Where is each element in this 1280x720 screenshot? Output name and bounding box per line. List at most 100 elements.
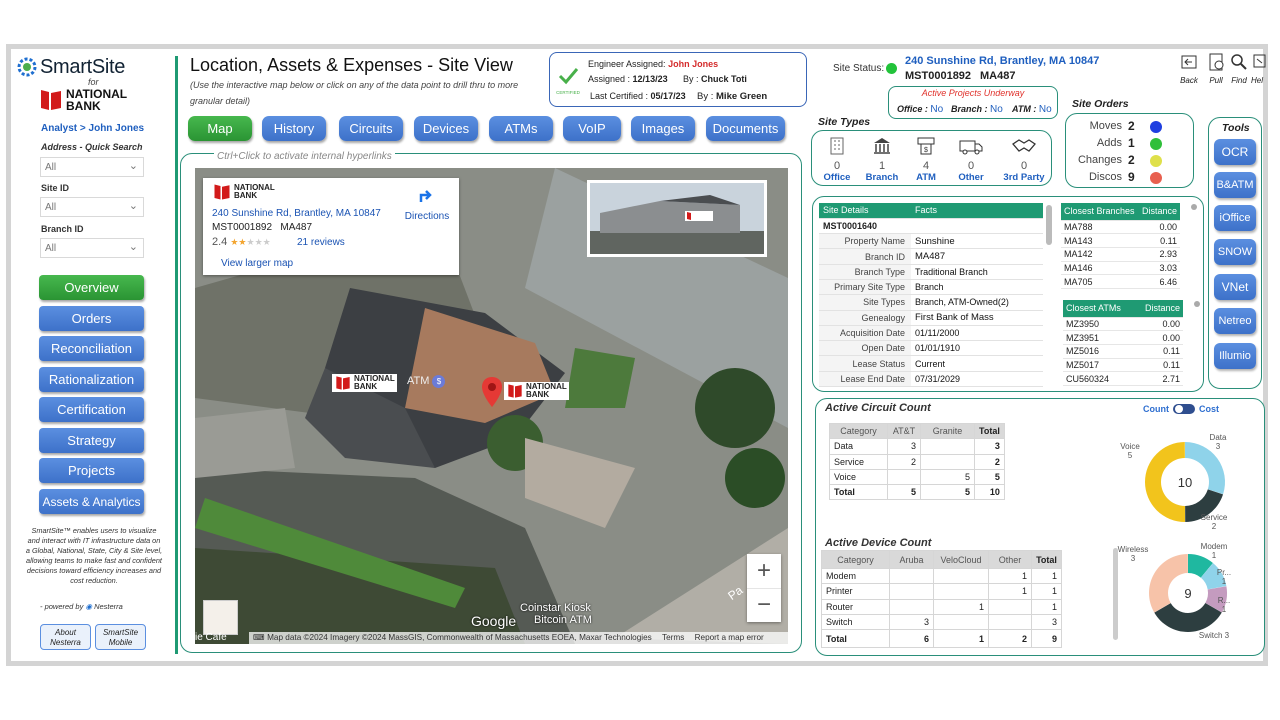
nav-certification[interactable]: Certification [39,397,144,422]
tab-history[interactable]: History [262,116,326,141]
site-type-office[interactable]: 0 Office [819,137,855,183]
site-details-scrollbar[interactable] [1046,205,1052,245]
nav-reconciliation[interactable]: Reconciliation [39,336,144,361]
nav-orders[interactable]: Orders [39,306,144,331]
tab-atms[interactable]: ATMs [489,116,553,141]
count-cost-toggle[interactable]: Count Cost [1143,404,1219,414]
tool-ocr[interactable]: OCR [1214,139,1256,165]
circuit-donut-chart[interactable]: 10 Data3 Service2 Voice5 [1110,428,1250,538]
branch-id-select[interactable]: All ⌄ [40,238,144,258]
engineer-assigned-name[interactable]: John Jones [668,59,718,69]
table-row[interactable]: Acquisition Date 01/11/2000 [819,325,1043,342]
table-row[interactable]: MZ3950 0.00 [1063,317,1183,332]
tool-b-atm[interactable]: B&ATM [1214,172,1256,198]
pegman-button[interactable] [203,600,238,635]
order-moves[interactable]: Moves 2 [1066,119,1194,136]
tab-devices[interactable]: Devices [414,116,478,141]
site-id-value: MST0001892 [905,70,972,82]
card-reviews[interactable]: 21 reviews [297,237,345,248]
tool-vnet[interactable]: VNet [1214,274,1256,300]
find-tool[interactable]: Find [1228,53,1250,85]
map-pin-icon[interactable] [481,376,503,408]
closest-scroll-dot-bottom[interactable] [1194,301,1200,307]
table-row[interactable]: MA788 0.00 [1061,220,1180,235]
card-address[interactable]: 240 Sunshine Rd, Brantley, MA 10847 [212,208,381,219]
table-row[interactable]: MA705 6.46 [1061,274,1180,289]
table-row[interactable]: Service 2 2 [829,453,1005,470]
projects-branch-label: Branch : [951,104,988,114]
table-row[interactable]: MZ5017 0.11 [1063,358,1183,373]
nav-projects[interactable]: Projects [39,458,144,483]
address-select[interactable]: All ⌄ [40,157,144,177]
map-view[interactable]: NATIONAL BANK 240 Sunshine Rd, Brantley, … [195,168,788,644]
tab-documents[interactable]: Documents [706,116,785,141]
about-nesterra-button[interactable]: About Nesterra [40,624,91,650]
tool-illumio[interactable]: Illumio [1214,343,1256,369]
map-terms-link[interactable]: Terms [662,633,684,642]
total-cell: 1 [1031,567,1062,585]
table-total-row[interactable]: Total 5 5 10 [829,484,1005,501]
table-row[interactable]: CU560324 2.71 [1063,371,1183,386]
nav-strategy[interactable]: Strategy [39,428,144,453]
site-type-3rd-party[interactable]: 0 3rd Party [1000,137,1048,183]
map-report-link[interactable]: Report a map error [695,633,764,642]
analyst-label[interactable]: Analyst > John Jones [41,123,144,134]
tool-netreo[interactable]: Netreo [1214,308,1256,334]
table-row[interactable]: Router 1 1 [821,598,1062,615]
table-row[interactable]: Site Types Branch, ATM-Owned(2) [819,294,1043,311]
site-id-select-value: All [45,202,57,213]
donut-slice-wireless[interactable] [1149,554,1188,613]
table-row[interactable]: Genealogy First Bank of Mass [819,310,1043,326]
card-larger-map[interactable]: View larger map [221,258,293,269]
order-discos[interactable]: Discos 9 [1066,170,1194,187]
pull-tool[interactable]: Pull [1205,53,1227,85]
table-row[interactable]: Voice 5 5 [829,468,1005,486]
site-type-other[interactable]: 0 Other [952,137,990,183]
table-row[interactable]: Modem 1 1 [821,567,1062,585]
nav-overview[interactable]: Overview [39,275,144,300]
table-row[interactable]: Printer 1 1 [821,583,1062,600]
tool-snow[interactable]: SNOW [1214,239,1256,265]
table-row[interactable]: MA146 3.03 [1061,261,1180,276]
site-address[interactable]: 240 Sunshine Rd, Brantley, MA 10847 [905,55,1099,67]
table-row[interactable]: Lease Status Current [819,355,1043,372]
help-tool[interactable]: Hel [1251,53,1267,85]
zoom-out-button[interactable]: − [747,588,781,622]
site-type-atm[interactable]: $ 4 ATM [908,137,944,183]
table-row[interactable]: MA143 0.11 [1061,233,1180,248]
directions-button[interactable]: Directions [399,186,455,222]
table-row[interactable]: Open Date 01/01/1910 [819,340,1043,357]
table-row[interactable]: Branch Type Traditional Branch [819,264,1043,280]
nav-assets-analytics[interactable]: Assets & Analytics [39,489,144,514]
tab-voip[interactable]: VoIP [563,116,621,141]
smartsite-mobile-button[interactable]: SmartSite Mobile [95,624,146,650]
table-row[interactable]: Switch 3 3 [821,613,1062,631]
table-row[interactable]: Primary Site Type Branch [819,279,1043,296]
table-total-row[interactable]: Total 6 1 2 9 [821,629,1062,649]
zoom-in-button[interactable]: + [747,554,781,588]
order-adds[interactable]: Adds 1 [1066,136,1194,153]
device-donut-chart[interactable]: 9Modem1Pr...1R...1Switch 3Wireless3 [1110,540,1260,650]
street-view-thumbnail[interactable] [587,180,767,257]
donut-slice-switch[interactable] [1154,603,1222,632]
tab-circuits[interactable]: Circuits [339,116,403,141]
order-changes[interactable]: Changes 2 [1066,153,1194,170]
table-row[interactable]: Lease End Date 07/31/2029 [819,371,1043,388]
nav-rationalization[interactable]: Rationalization [39,367,144,392]
back-tool[interactable]: Back [1178,53,1200,85]
branch-id-cell: MA146 [1061,261,1139,276]
table-row[interactable]: MZ5016 0.11 [1063,344,1183,359]
table-row[interactable]: Property Name Sunshine [819,233,1043,250]
toggle-switch[interactable] [1173,404,1195,414]
tab-images[interactable]: Images [631,116,695,141]
site-type-branch[interactable]: 1 Branch [862,137,902,183]
table-row[interactable]: Branch ID MA487 [819,248,1043,265]
table-row[interactable]: Data 3 3 [829,438,1005,455]
closest-scroll-dot-top[interactable] [1191,204,1197,210]
tab-map[interactable]: Map [188,116,252,141]
table-row[interactable]: MA142 2.93 [1061,247,1180,262]
site-details-id-row[interactable]: MST0001640 [819,218,1043,235]
table-row[interactable]: MZ3951 0.00 [1063,330,1183,345]
tool-ioffice[interactable]: iOffice [1214,205,1256,231]
site-id-select[interactable]: All ⌄ [40,197,144,217]
